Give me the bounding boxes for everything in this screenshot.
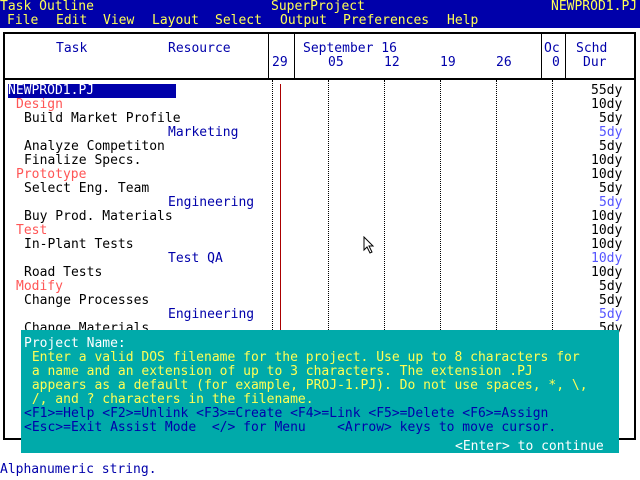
duration-cell: 10dy [591, 209, 623, 224]
duration-cell: 10dy [591, 97, 623, 112]
header-day-05: 05 [328, 55, 344, 70]
file-name: NEWPROD1.PJ [551, 0, 638, 14]
header-month: September 16 [303, 41, 397, 56]
duration-cell: 5dy [599, 307, 623, 322]
task-road-tests[interactable]: Road Tests [24, 266, 102, 280]
header-day-26: 26 [496, 55, 512, 70]
help-heading: Project Name: [24, 336, 126, 351]
gantt-gridline [272, 80, 273, 330]
resource-engineering[interactable]: Engineering [168, 196, 254, 210]
header-task: Task [56, 41, 88, 56]
today-line [280, 84, 281, 330]
duration-cell: 5dy [599, 125, 623, 140]
menu-select[interactable]: Select [215, 14, 262, 28]
phase-prototype[interactable]: Prototype [16, 168, 86, 182]
task-buy-prod-materials[interactable]: Buy Prod. Materials [24, 210, 173, 224]
project-name[interactable]: NEWPROD1.PJ [8, 84, 94, 98]
header-day-19: 19 [440, 55, 456, 70]
duration-cell: 10dy [591, 265, 623, 280]
resource-marketing[interactable]: Marketing [168, 126, 238, 140]
gantt-gridline [496, 80, 497, 330]
continue-prompt[interactable]: <Enter> to continue [455, 435, 604, 454]
window-title: Task Outline [0, 0, 94, 14]
header-oc-day: 0 [552, 55, 560, 70]
duration-cell: 10dy [591, 223, 623, 238]
program-name: SuperProject [271, 0, 365, 14]
task-select-eng-team[interactable]: Select Eng. Team [24, 182, 149, 196]
duration-cell: 10dy [591, 153, 623, 168]
gantt-gridline [328, 80, 329, 330]
function-key-help: <F1>=Help <F2>=Unlink <F3>=Create <F4>=L… [24, 406, 549, 421]
project-duration: 55dy [591, 83, 623, 98]
menu-help[interactable]: Help [447, 14, 478, 28]
navigation-key-help: <Esc>=Exit Assist Mode </> for Menu <Arr… [24, 420, 557, 435]
menu-view[interactable]: View [103, 14, 134, 28]
column-divider [294, 34, 295, 78]
header-dur: Dur [583, 55, 607, 70]
superproject-screen: Task Outline SuperProject NEWPROD1.PJ Fi… [0, 0, 640, 480]
header-day-29: 29 [272, 55, 288, 70]
header-day-12: 12 [384, 55, 400, 70]
duration-cell: 5dy [599, 139, 623, 154]
phase-design[interactable]: Design [16, 98, 63, 112]
task-analyze-competiton[interactable]: Analyze Competiton [24, 140, 165, 154]
task-change-processes[interactable]: Change Processes [24, 294, 149, 308]
duration-cell: 10dy [591, 237, 623, 252]
task-build-market-profile[interactable]: Build Market Profile [24, 112, 181, 126]
task-finalize-specs[interactable]: Finalize Specs. [24, 154, 141, 168]
phase-modify[interactable]: Modify [16, 280, 63, 294]
menu-preferences[interactable]: Preferences [343, 14, 429, 28]
menu-edit[interactable]: Edit [56, 14, 87, 28]
column-divider [565, 34, 566, 78]
duration-cell: 5dy [599, 293, 623, 308]
column-divider [541, 34, 542, 78]
header-separator [5, 78, 634, 80]
help-body-line: appears as a default (for example, PROJ-… [24, 378, 588, 393]
duration-cell: 5dy [599, 279, 623, 294]
menu-layout[interactable]: Layout [152, 14, 199, 28]
header-resource: Resource [168, 41, 231, 56]
phase-test[interactable]: Test [16, 224, 47, 238]
duration-cell: 5dy [599, 111, 623, 126]
gantt-gridline [384, 80, 385, 330]
gantt-gridline [440, 80, 441, 330]
duration-cell: 5dy [599, 181, 623, 196]
help-body-line: /, and ? characters in the filename. [24, 392, 314, 407]
gantt-gridline [552, 80, 553, 330]
menu-output[interactable]: Output [280, 14, 327, 28]
duration-cell: 10dy [591, 167, 623, 182]
task-in-plant-tests[interactable]: In-Plant Tests [24, 238, 134, 252]
mouse-pointer-icon [363, 236, 375, 254]
column-divider [268, 34, 269, 78]
help-body-line: a name and an extension of up to 3 chara… [24, 364, 533, 379]
enter-key-label[interactable]: <Enter> [455, 439, 510, 454]
header-schd: Schd [576, 41, 608, 56]
continue-text: to continue [509, 439, 604, 454]
resource-test-qa[interactable]: Test QA [168, 252, 223, 266]
duration-cell: 5dy [599, 195, 623, 210]
status-line: Alphanumeric string. [0, 462, 157, 477]
resource-engineering[interactable]: Engineering [168, 308, 254, 322]
duration-cell: 10dy [591, 251, 623, 266]
menu-file[interactable]: File [7, 14, 38, 28]
help-body-line: Enter a valid DOS filename for the proje… [24, 350, 580, 365]
header-oc: Oc [544, 41, 560, 56]
